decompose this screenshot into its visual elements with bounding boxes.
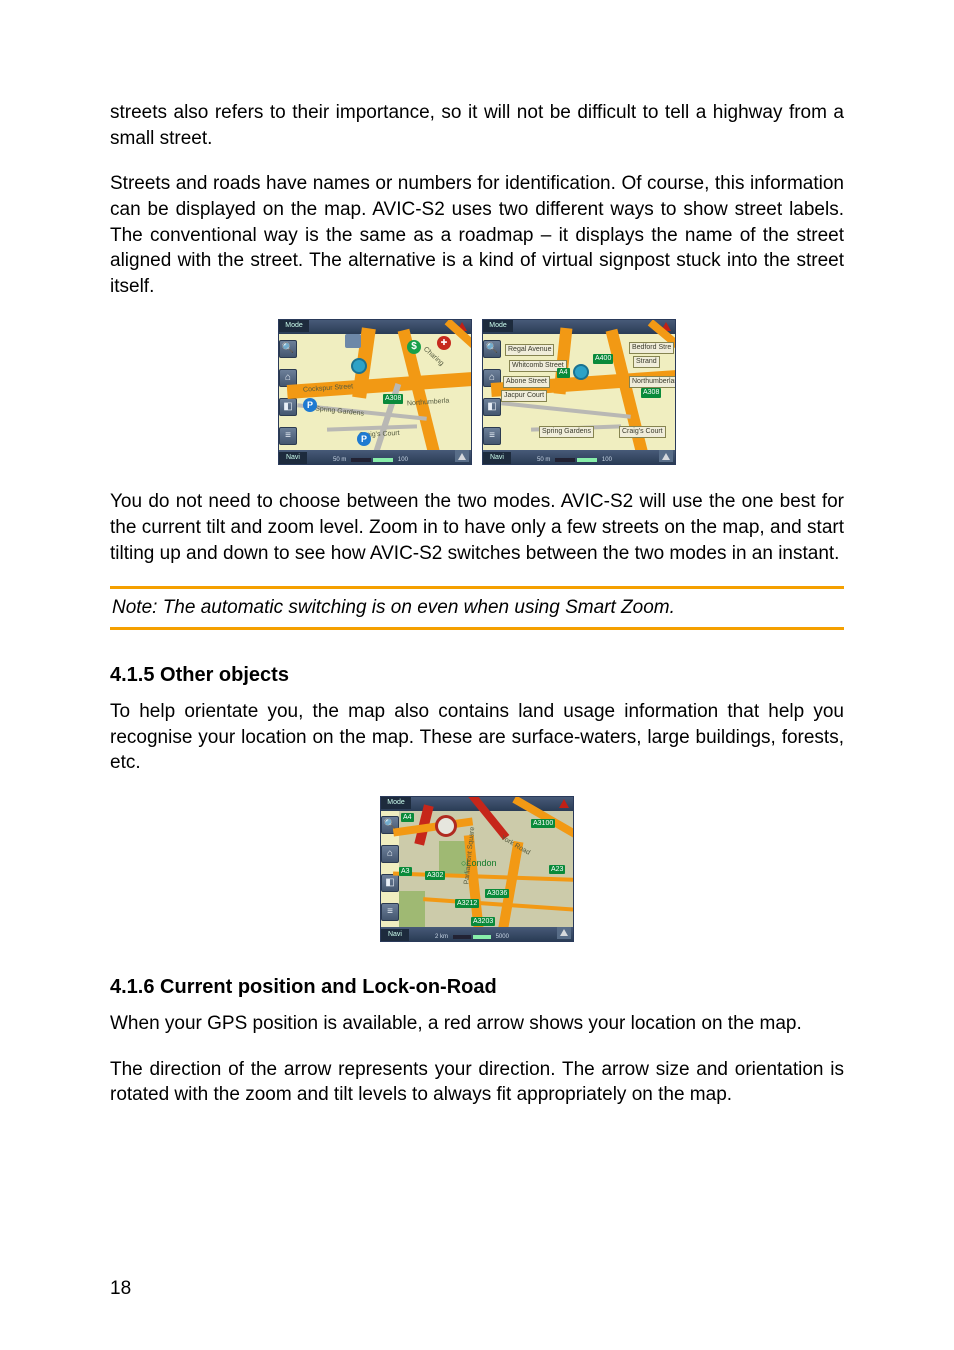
park-area (399, 891, 425, 927)
map-screenshot-box-labels: Mode 🔍 ⌂ ◧ ≡ Regal Avenue Whitcomb Stree… (482, 319, 676, 465)
road-shield: A4 (401, 813, 414, 822)
road-shield: A308 (383, 394, 403, 403)
mode-label: Mode (381, 797, 411, 809)
street-label-boxed: Jacpur Court (501, 390, 547, 401)
body-paragraph: When your GPS position is available, a r… (110, 1011, 844, 1037)
street-label-boxed: Strand (633, 356, 660, 367)
zoom-icon[interactable]: 🔍 (279, 340, 297, 358)
north-arrow-icon[interactable] (455, 450, 469, 462)
body-paragraph: You do not need to choose between the tw… (110, 489, 844, 566)
street-label-boxed: Regal Avenue (505, 344, 554, 355)
road-shield: A4 (557, 368, 570, 377)
nav-label: Navi (483, 452, 511, 464)
road-shield: A23 (549, 865, 565, 874)
body-paragraph: streets also refers to their importance,… (110, 100, 844, 151)
body-paragraph: The direction of the arrow represents yo… (110, 1057, 844, 1108)
section-heading: 4.1.6 Current position and Lock-on-Road (110, 974, 844, 1001)
north-arrow-icon[interactable] (659, 450, 673, 462)
menu-icon[interactable]: ≡ (483, 427, 501, 445)
compass-icon[interactable]: ⌂ (381, 845, 399, 863)
map-screenshot-pair: Mode 🔍 ⌂ ◧ ≡ Cockspur Street Spring Gard… (110, 319, 844, 465)
street-label: Spring Gardens (315, 405, 365, 420)
mode-label: Mode (279, 320, 309, 332)
street-label-boxed: Northumberlan (629, 376, 676, 387)
nav-label: Navi (279, 452, 307, 464)
road-shield: A400 (593, 354, 613, 363)
road-shield: A3100 (531, 819, 555, 828)
road-shield: A302 (425, 871, 445, 880)
section-heading: 4.1.5 Other objects (110, 662, 844, 689)
bank-icon: $ (407, 340, 421, 354)
parking-icon: P (357, 432, 371, 446)
zoom-icon[interactable]: 🔍 (483, 340, 501, 358)
poi-red-icon: ✚ (437, 336, 451, 350)
street-label-boxed: Bedford Stre (629, 342, 674, 353)
road-shield: A3203 (471, 917, 495, 926)
tool-icon[interactable]: ◧ (279, 398, 297, 416)
map-scale: 2 km 5000 ft (433, 930, 513, 940)
map-screenshot-landuse: Mode 🔍 ⌂ ◧ ≡ ○London York Road Parl (380, 796, 574, 942)
road-shield: A3 (399, 867, 412, 876)
north-arrow-icon[interactable] (557, 927, 571, 939)
body-paragraph: To help orientate you, the map also cont… (110, 699, 844, 776)
nav-label: Navi (381, 929, 409, 941)
street-label-boxed: Spring Gardens (539, 426, 594, 437)
page-number: 18 (110, 1276, 131, 1302)
map-scale: 50 m 100 ft (331, 453, 411, 463)
body-paragraph: Streets and roads have names or numbers … (110, 171, 844, 299)
map-screenshot-single: Mode 🔍 ⌂ ◧ ≡ ○London York Road Parl (110, 796, 844, 942)
menu-icon[interactable]: ≡ (381, 903, 399, 921)
note-text: Note: The automatic switching is on even… (112, 597, 675, 618)
road-shield: A308 (641, 388, 661, 397)
tool-icon[interactable]: ◧ (381, 874, 399, 892)
menu-icon[interactable]: ≡ (279, 427, 297, 445)
map-screenshot-angled-labels: Mode 🔍 ⌂ ◧ ≡ Cockspur Street Spring Gard… (278, 319, 472, 465)
gps-position-marker (435, 815, 457, 837)
street-label-boxed: Craig's Court (619, 426, 666, 437)
direction-icon (559, 799, 569, 808)
note-callout: Note: The automatic switching is on even… (110, 586, 844, 630)
road-shield: A3212 (455, 899, 479, 908)
mode-label: Mode (483, 320, 513, 332)
street-label-boxed: Abone Street (503, 376, 550, 387)
museum-icon (345, 334, 361, 348)
road-shield: A3036 (485, 889, 509, 898)
tool-icon[interactable]: ◧ (483, 398, 501, 416)
map-scale: 50 m 100 ft (535, 453, 615, 463)
